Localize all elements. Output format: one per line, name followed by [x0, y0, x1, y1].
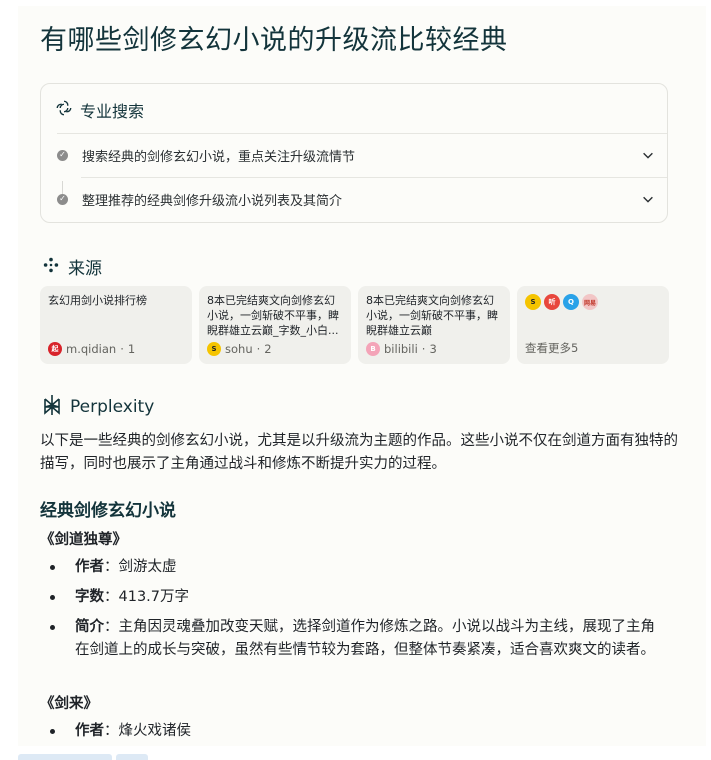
chevron-down-icon[interactable]	[641, 148, 655, 162]
answer-intro: 以下是一些经典的剑修玄幻小说，尤其是以升级流为主题的作品。这些小说不仅在剑道方面…	[40, 433, 678, 472]
netease-favicon-icon: 网易	[582, 294, 598, 310]
source-card[interactable]: 玄幻用剑小说排行榜 起 m.qidian · 1	[40, 286, 192, 364]
item-value: 剑游太虚	[118, 559, 177, 575]
bottom-tab[interactable]	[18, 754, 112, 760]
source-card[interactable]: 8本已完结爽文向剑修玄幻小说，一剑斩破不平事，睥睨群雄立云巅 B bilibil…	[358, 286, 510, 364]
bilibili-favicon-icon: B	[366, 342, 380, 356]
item-value: 主角因灵魂叠加改变天赋，选择剑道作为修炼之路。小说以战斗为主线，展现了主角在剑道…	[75, 619, 655, 658]
more-favicons: S 听 Q 网易	[525, 294, 598, 310]
source-title: 8本已完结爽文向剑修玄幻小说，一剑斩破不平事，睥睨群雄立云巅_字数_小白...	[207, 294, 339, 337]
sources-title: 来源	[68, 259, 102, 279]
item-value: 413.7万字	[118, 589, 190, 605]
source-index: 1	[127, 342, 136, 356]
source-index: 3	[429, 342, 437, 356]
source-meta: S sohu · 2	[207, 342, 272, 356]
sources-list: 玄幻用剑小说排行榜 起 m.qidian · 1 8本已完结爽文向剑修玄幻小说，…	[40, 286, 672, 364]
sohu-favicon-icon: S	[525, 294, 541, 310]
item-sep: ：	[104, 723, 119, 739]
source-title: 玄幻用剑小说排行榜	[48, 294, 147, 307]
pro-search-header[interactable]: 专业搜索	[55, 98, 144, 122]
source-site: bilibili	[384, 342, 418, 356]
list-item: 字数：413.7万字	[48, 586, 668, 609]
chevron-down-icon[interactable]	[641, 192, 655, 206]
step-label: 整理推荐的经典剑修升级流小说列表及其简介	[82, 193, 343, 209]
source-site: m.qidian	[66, 342, 117, 356]
source-title: 8本已完结爽文向剑修玄幻小说，一剑斩破不平事，睥睨群雄立云巅	[366, 294, 498, 337]
source-index: 2	[264, 342, 272, 356]
step-check-icon: ✓	[57, 193, 68, 205]
list-item: 作者：剑游太虚	[48, 556, 668, 579]
book-title: 《剑道独尊》	[40, 532, 127, 548]
ting-favicon-icon: 听	[544, 294, 560, 310]
answer-header: Perplexity	[42, 394, 154, 420]
sohu-favicon-icon: S	[207, 342, 221, 356]
section-heading: 经典剑修玄幻小说	[40, 501, 176, 521]
item-key: 作者	[75, 559, 104, 575]
source-site: sohu	[225, 342, 253, 356]
pro-search-panel: 专业搜索 ✓ 搜索经典的剑修玄幻小说，重点关注升级流情节 ✓ 整理推荐的经典剑修…	[40, 83, 668, 223]
list-item: 简介：主角因灵魂叠加改变天赋，选择剑道作为修炼之路。小说以战斗为主线，展现了主角…	[48, 616, 668, 662]
perplexity-logo-icon	[42, 394, 62, 420]
book-details-list: 作者：烽火戏诸侯	[48, 720, 668, 746]
bottom-tab[interactable]	[116, 754, 148, 760]
question-title: 有哪些剑修玄幻小说的升级流比较经典	[40, 25, 508, 56]
sources-header: 来源	[42, 254, 102, 279]
source-separator: ·	[256, 342, 261, 356]
list-item: 作者：烽火戏诸侯	[48, 720, 668, 743]
book-details-list: 作者：剑游太虚 字数：413.7万字 简介：主角因灵魂叠加改变天赋，选择剑道作为…	[48, 556, 668, 669]
item-key: 简介	[75, 619, 104, 635]
view-more-label-wrap: 查看更多5	[525, 340, 578, 356]
item-sep: ：	[104, 589, 119, 605]
source-meta: B bilibili · 3	[366, 342, 437, 356]
view-more-sources-button[interactable]: S 听 Q 网易 查看更多5	[517, 286, 669, 364]
pro-search-title: 专业搜索	[80, 102, 145, 121]
item-sep: ：	[104, 619, 119, 635]
item-value: 烽火戏诸侯	[118, 723, 192, 739]
answer-page: 有哪些剑修玄幻小说的升级流比较经典 专业搜索 ✓ 搜索经典的剑修玄幻小说，重点关…	[18, 6, 706, 746]
item-key: 字数	[75, 589, 104, 605]
qq-favicon-icon: Q	[563, 294, 579, 310]
source-card[interactable]: 8本已完结爽文向剑修玄幻小说，一剑斩破不平事，睥睨群雄立云巅_字数_小白... …	[199, 286, 351, 364]
book-title: 《剑来》	[40, 696, 98, 712]
qidian-favicon-icon: 起	[48, 342, 62, 356]
view-more-label: 查看更多5	[525, 341, 579, 355]
sources-icon	[42, 256, 60, 278]
source-separator: ·	[421, 342, 426, 356]
step-check-icon: ✓	[57, 149, 68, 161]
answer-brand: Perplexity	[70, 397, 155, 417]
source-meta: 起 m.qidian · 1	[48, 342, 135, 356]
step-label: 搜索经典的剑修玄幻小说，重点关注升级流情节	[82, 149, 356, 165]
item-sep: ：	[104, 559, 119, 575]
source-separator: ·	[120, 342, 124, 356]
pro-search-step[interactable]: ✓ 搜索经典的剑修玄幻小说，重点关注升级流情节	[57, 134, 657, 176]
pro-search-step[interactable]: ✓ 整理推荐的经典剑修升级流小说列表及其简介	[57, 178, 657, 220]
pro-search-icon	[55, 99, 73, 121]
item-key: 作者	[75, 723, 104, 739]
